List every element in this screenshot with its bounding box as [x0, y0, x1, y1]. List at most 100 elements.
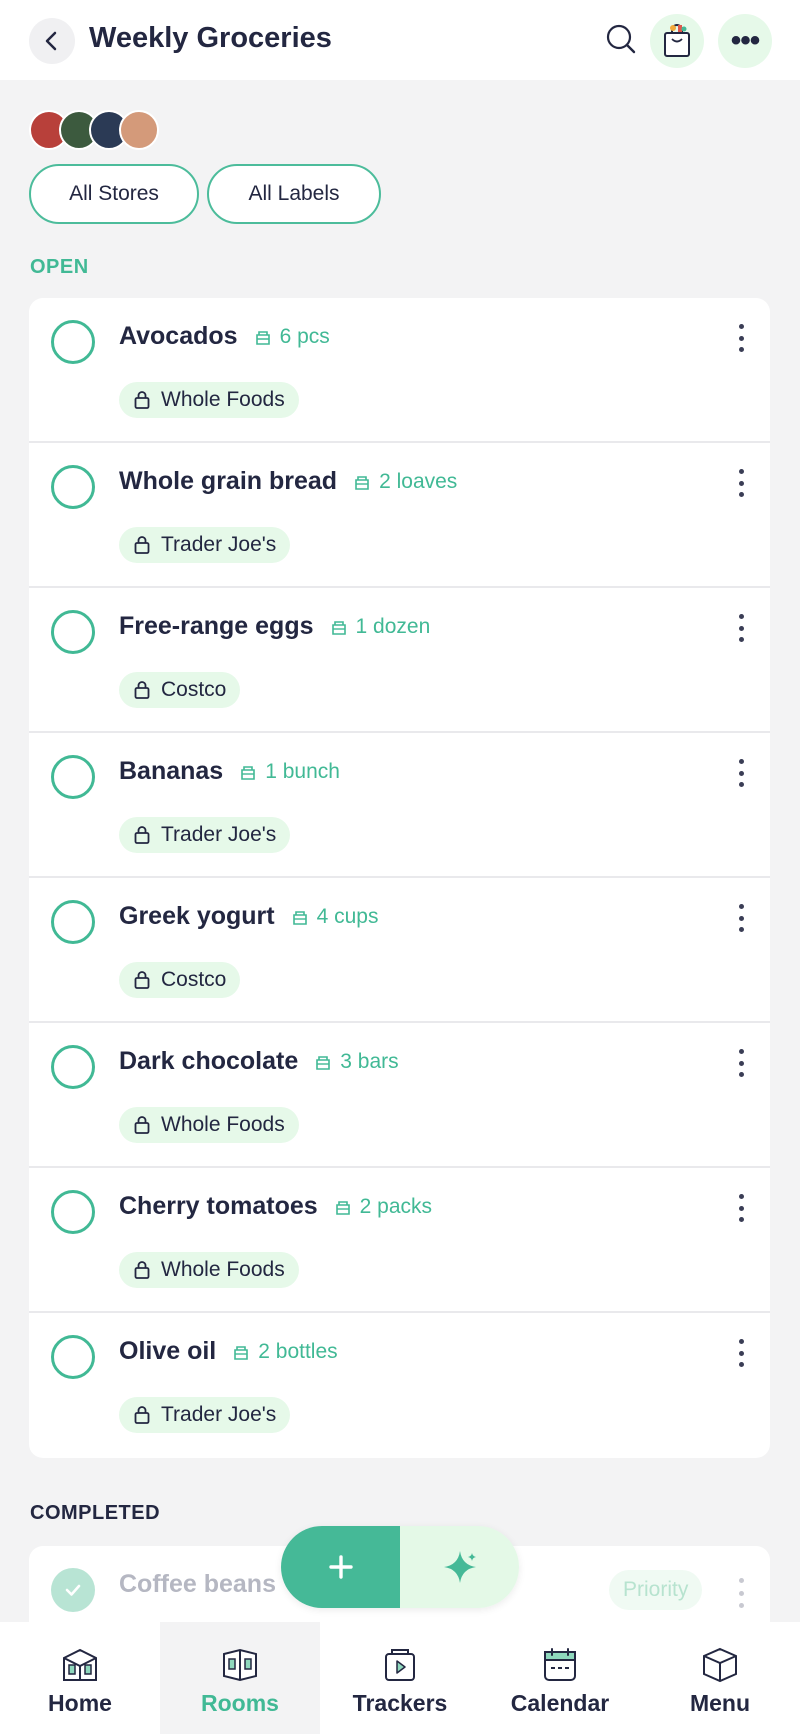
more-vertical-icon[interactable]: [734, 902, 748, 934]
store-chip[interactable]: Costco: [119, 672, 241, 708]
chevron-left-icon: [45, 31, 57, 51]
quantity-value: 3 bars: [340, 1049, 399, 1073]
nav-trackers[interactable]: Trackers: [320, 1622, 480, 1734]
nav-label: Rooms: [201, 1690, 279, 1716]
item-name: Whole grain bread: [119, 467, 338, 495]
more-vertical-icon[interactable]: [734, 1047, 748, 1079]
store-chip[interactable]: Trader Joe's: [119, 1397, 291, 1433]
shopping-list-button[interactable]: [650, 14, 704, 68]
checkmark-icon: [65, 1584, 81, 1596]
more-vertical-icon[interactable]: [734, 1578, 748, 1608]
item-checkbox[interactable]: [51, 1335, 95, 1379]
item-name: Dark chocolate: [119, 1047, 299, 1075]
more-options-button[interactable]: •••: [718, 14, 772, 68]
more-vertical-icon[interactable]: [734, 467, 748, 499]
all-stores-filter[interactable]: All Stores: [29, 164, 199, 224]
list-item[interactable]: Cherry tomatoes 2 packs Whole Foods: [29, 1168, 770, 1313]
item-checkbox[interactable]: [51, 1045, 95, 1089]
store-name: Trader Joe's: [161, 533, 277, 556]
store-icon: [134, 1406, 150, 1424]
search-button[interactable]: [603, 21, 639, 57]
quantity-label: 1 dozen: [330, 614, 431, 639]
quantity-icon: [292, 910, 307, 925]
back-button[interactable]: [29, 18, 75, 64]
open-items-list: Avocados 6 pcs Whole Foods Whole grain brea…: [29, 298, 770, 1458]
ai-assist-button[interactable]: [400, 1526, 519, 1608]
quantity-icon: [234, 1345, 249, 1360]
store-icon: [134, 971, 150, 989]
completed-checkbox[interactable]: [51, 1568, 95, 1612]
all-labels-filter[interactable]: All Labels: [207, 164, 381, 224]
more-vertical-icon[interactable]: [734, 1192, 748, 1224]
item-checkbox[interactable]: [51, 1190, 95, 1234]
more-vertical-icon[interactable]: [734, 612, 748, 644]
nav-label: Menu: [689, 1690, 751, 1716]
quantity-icon: [241, 765, 256, 780]
store-name: Trader Joe's: [161, 823, 277, 846]
store-icon: [134, 391, 150, 409]
store-chip[interactable]: Trader Joe's: [119, 527, 291, 563]
quantity-value: 2 packs: [359, 1194, 433, 1218]
nav-calendar[interactable]: Calendar: [480, 1622, 640, 1734]
plus-icon: [328, 1555, 353, 1579]
nav-menu[interactable]: Menu: [640, 1622, 800, 1734]
item-checkbox[interactable]: [51, 900, 95, 944]
quantity-label: 2 packs: [334, 1195, 432, 1219]
item-checkbox[interactable]: [51, 465, 95, 509]
item-name: Avocados: [119, 322, 238, 350]
store-icon: [134, 826, 150, 844]
list-item[interactable]: Avocados 6 pcs Whole Foods: [29, 298, 770, 443]
item-name: Free-range eggs: [119, 612, 314, 640]
store-chip[interactable]: Costco: [119, 962, 241, 998]
item-title-row: Olive oil 2 bottles: [119, 1337, 338, 1366]
item-title-row: Free-range eggs 1 dozen: [119, 612, 430, 641]
bottom-navigation: Home Rooms Trackers Calendar Menu: [0, 1622, 800, 1734]
quantity-label: 3 bars: [314, 1049, 399, 1074]
store-chip[interactable]: Whole Foods: [119, 382, 299, 418]
quantity-value: 1 dozen: [355, 614, 431, 638]
list-item[interactable]: Olive oil 2 bottles Trader Joe's: [29, 1313, 770, 1458]
nav-label: Trackers: [352, 1690, 448, 1716]
nav-rooms[interactable]: Rooms: [160, 1622, 320, 1734]
add-item-button[interactable]: [281, 1526, 400, 1608]
nav-home[interactable]: Home: [0, 1622, 160, 1734]
item-name: Coffee beans: [119, 1570, 276, 1598]
quantity-icon: [255, 330, 270, 345]
shopping-bag-icon: [664, 24, 690, 57]
list-item[interactable]: Bananas 1 bunch Trader Joe's: [29, 733, 770, 878]
quantity-icon: [316, 1055, 331, 1070]
store-name: Whole Foods: [161, 388, 285, 411]
store-name: Whole Foods: [161, 1258, 285, 1281]
store-chip[interactable]: Whole Foods: [119, 1107, 299, 1143]
open-section-heading: OPEN: [30, 256, 89, 278]
list-item[interactable]: Free-range eggs 1 dozen Costco: [29, 588, 770, 733]
item-name: Bananas: [119, 757, 224, 785]
rooms-icon: [223, 1648, 257, 1682]
list-item[interactable]: Dark chocolate 3 bars Whole Foods: [29, 1023, 770, 1168]
item-title-row: Cherry tomatoes 2 packs: [119, 1192, 432, 1221]
more-vertical-icon[interactable]: [734, 322, 748, 354]
list-item[interactable]: Whole grain bread 2 loaves Trader Joe's: [29, 443, 770, 588]
more-vertical-icon[interactable]: [734, 1337, 748, 1369]
quantity-label: 1 bunch: [239, 760, 340, 784]
quantity-label: 6 pcs: [254, 325, 330, 349]
quantity-label: 4 cups: [291, 905, 378, 929]
top-bar: Weekly Groceries •••: [0, 0, 800, 80]
store-icon: [134, 536, 150, 554]
store-chip[interactable]: Whole Foods: [119, 1252, 299, 1288]
item-name: Greek yogurt: [119, 902, 275, 930]
menu-icon: [703, 1647, 737, 1683]
item-name: Cherry tomatoes: [119, 1192, 318, 1220]
item-name: Olive oil: [119, 1337, 217, 1365]
item-checkbox[interactable]: [51, 610, 95, 654]
more-vertical-icon[interactable]: [734, 757, 748, 789]
store-chip[interactable]: Trader Joe's: [119, 817, 291, 853]
item-checkbox[interactable]: [51, 320, 95, 364]
nav-label: Calendar: [510, 1690, 610, 1716]
more-horizontal-icon: •••: [730, 24, 760, 57]
item-checkbox[interactable]: [51, 755, 95, 799]
quantity-icon: [335, 1200, 350, 1215]
item-title-row: Greek yogurt 4 cups: [119, 902, 378, 931]
list-item[interactable]: Greek yogurt 4 cups Costco: [29, 878, 770, 1023]
trackers-icon: [385, 1649, 415, 1681]
